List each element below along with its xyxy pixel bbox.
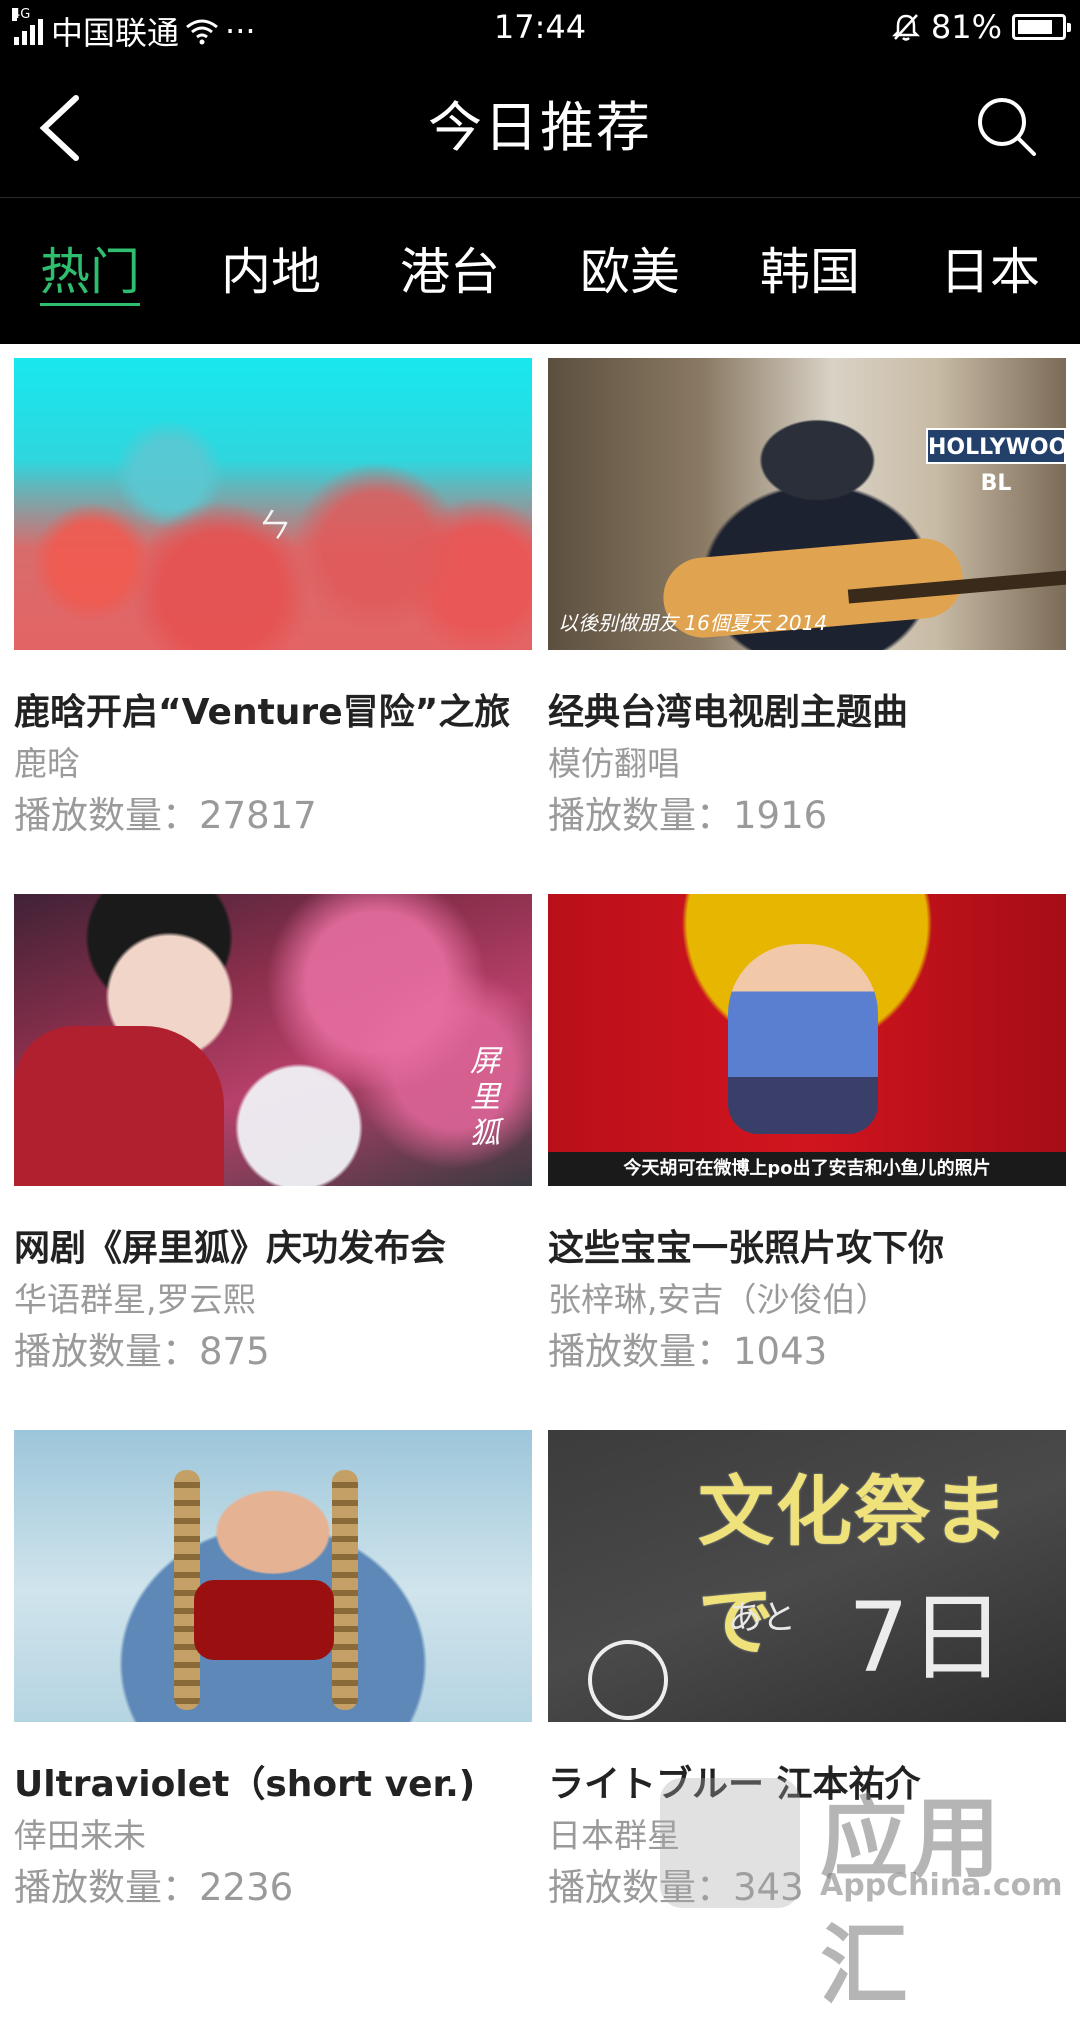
tab-mainland[interactable]: 内地 xyxy=(221,240,321,304)
video-artist: 张梓琳,安吉（沙俊伯） xyxy=(548,1280,889,1319)
video-card[interactable]: HOLLYWOOD BL 以後别做朋友 16個夏天 2014 经典台湾电视剧主题… xyxy=(548,358,1066,840)
video-thumbnail[interactable]: 文化祭まで あと 7日 xyxy=(548,1430,1066,1722)
children-shape xyxy=(728,944,878,1134)
tab-western[interactable]: 欧美 xyxy=(580,240,680,304)
battery-icon xyxy=(1012,14,1071,40)
thumbnail-sign: HOLLYWOOD BL xyxy=(926,428,1066,496)
video-artist: 华语群星,罗云熙 xyxy=(14,1280,256,1319)
video-artist: 倖田来未 xyxy=(14,1816,146,1855)
video-artist: 日本群星 xyxy=(548,1816,680,1855)
video-artist: 鹿晗 xyxy=(14,744,80,783)
thumbnail-caption: 以後别做朋友 16個夏天 2014 xyxy=(558,611,828,635)
video-title[interactable]: 鹿晗开启“Venture冒险”之旅 xyxy=(14,690,532,736)
video-card[interactable]: 屏里狐 网剧《屏里狐》庆功发布会 华语群星,罗云熙 播放数量：875 xyxy=(14,894,532,1376)
play-count: 播放数量：875 xyxy=(14,1330,270,1373)
video-title[interactable]: Ultraviolet（short ver.) xyxy=(14,1762,532,1808)
video-thumbnail[interactable]: ㄣ xyxy=(14,358,532,650)
video-title[interactable]: 这些宝宝一张照片攻下你 xyxy=(548,1226,1066,1272)
play-count: 播放数量：1916 xyxy=(548,794,828,837)
battery-fill xyxy=(1018,20,1052,34)
tab-hot[interactable]: 热门 xyxy=(40,240,140,306)
tab-korea[interactable]: 韩国 xyxy=(760,240,860,304)
video-thumbnail[interactable]: HOLLYWOOD BL 以後别做朋友 16個夏天 2014 xyxy=(548,358,1066,650)
thumbnail-caption: 今天胡可在微博上po出了安吉和小鱼儿的照片 xyxy=(548,1152,1066,1186)
video-card[interactable]: Ultraviolet（short ver.) 倖田来未 播放数量：2236 xyxy=(14,1430,532,1912)
play-count: 播放数量：343 xyxy=(548,1866,804,1909)
braid-shape xyxy=(332,1470,358,1710)
status-right: 81% xyxy=(891,8,1071,46)
video-thumbnail[interactable] xyxy=(14,1430,532,1722)
status-bar: 4G 中国联通 ··· 17:44 81% xyxy=(0,0,1080,58)
bell-muted-icon xyxy=(891,14,920,41)
tab-japan[interactable]: 日本 xyxy=(940,240,1040,304)
thumbnail-chalk-text: あと xyxy=(728,1598,796,1638)
category-tabs: 热门 内地 港台 欧美 韩国 日本 xyxy=(0,198,1080,344)
page-title: 今日推荐 xyxy=(428,96,652,159)
video-title[interactable]: 经典台湾电视剧主题曲 xyxy=(548,690,1066,736)
play-count: 播放数量：27817 xyxy=(14,794,317,837)
video-title[interactable]: 网剧《屏里狐》庆功发布会 xyxy=(14,1226,532,1272)
chalk-face-drawing xyxy=(588,1640,668,1720)
video-card[interactable]: 文化祭まで あと 7日 ライトブルー 江本祐介 日本群星 播放数量：343 xyxy=(548,1430,1066,1912)
play-count: 播放数量：1043 xyxy=(548,1330,828,1373)
video-title[interactable]: ライトブルー 江本祐介 xyxy=(548,1762,1066,1808)
thumbnail-calligraphy: 屏里狐 xyxy=(470,1044,500,1151)
robe-shape xyxy=(14,1026,224,1186)
video-thumbnail[interactable]: 今天胡可在微博上po出了安吉和小鱼儿的照片 xyxy=(548,894,1066,1186)
thumbnail-chalk-number: 7日 xyxy=(848,1582,1006,1694)
video-card[interactable]: 今天胡可在微博上po出了安吉和小鱼儿的照片 这些宝宝一张照片攻下你 张梓琳,安吉… xyxy=(548,894,1066,1376)
video-artist: 模仿翻唱 xyxy=(548,744,680,783)
scarf-shape xyxy=(194,1580,334,1660)
video-card[interactable]: ㄣ 鹿晗开启“Venture冒险”之旅 鹿晗 播放数量：27817 xyxy=(14,358,532,840)
battery-percent: 81% xyxy=(930,8,1002,46)
video-thumbnail[interactable]: 屏里狐 xyxy=(14,894,532,1186)
search-icon[interactable] xyxy=(974,94,1040,160)
thumbnail-logo: ㄣ xyxy=(254,506,288,546)
top-bar: 今日推荐 xyxy=(0,58,1080,198)
tab-hk-tw[interactable]: 港台 xyxy=(400,240,500,304)
play-count: 播放数量：2236 xyxy=(14,1866,294,1909)
